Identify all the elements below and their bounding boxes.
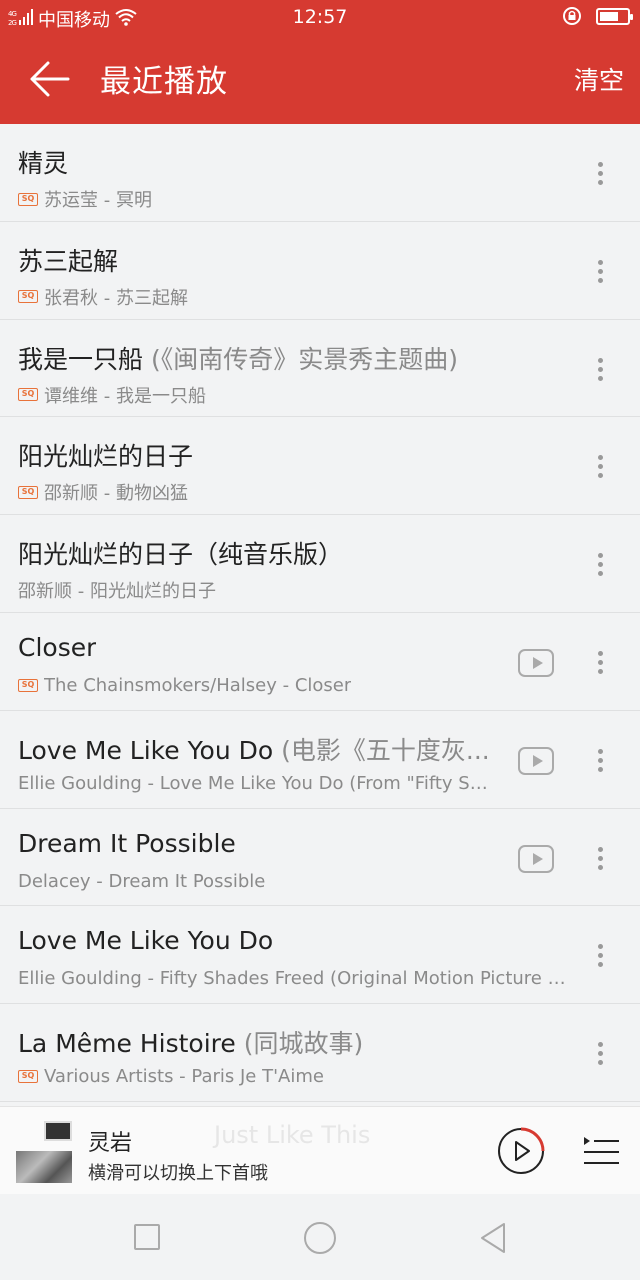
player-song-title: 灵岩 (88, 1131, 133, 1156)
song-title-sub: (电影《五十度灰... (273, 735, 490, 765)
sq-badge-icon: SQ (18, 1070, 38, 1084)
next-song-ghost-title: Just Like This (214, 1121, 371, 1149)
song-title-main: Love Me Like You Do (18, 926, 274, 956)
app-header: 最近播放 清空 (0, 34, 640, 124)
cover-image (16, 1151, 72, 1183)
song-meta: SQ 苏运莹 - 冥明 (18, 186, 152, 212)
song-row[interactable]: 阳光灿烂的日子 SQ 邵新顺 - 動物凶猛 (0, 417, 640, 516)
video-play-icon[interactable] (518, 648, 554, 677)
song-title: 我是一只船 (《闽南传奇》实景秀主题曲) (18, 340, 458, 376)
song-meta: SQ 谭维维 - 我是一只船 (18, 382, 206, 408)
song-title: Love Me Like You Do (18, 926, 273, 955)
song-title: Love Me Like You Do (电影《五十度灰... (18, 731, 490, 767)
recent-apps-icon[interactable] (134, 1224, 160, 1250)
song-artist-album: 谭维维 - 我是一只船 (44, 385, 206, 407)
rotation-lock-icon (562, 6, 582, 26)
song-artist-album: 邵新顺 - 阳光灿烂的日子 (18, 581, 216, 603)
sq-badge-icon: SQ (18, 485, 38, 499)
song-artist-album: Ellie Goulding - Fifty Shades Freed (Ori… (18, 968, 568, 990)
song-title-main: 阳光灿烂的日子 (18, 442, 194, 472)
recent-play-list: 精灵 SQ 苏运莹 - 冥明苏三起解 SQ 张君秋 - 苏三起解我是一只船 (《闽南传奇… (0, 124, 640, 1102)
song-row[interactable]: 精灵 SQ 苏运莹 - 冥明 (0, 124, 640, 222)
song-title: 阳光灿烂的日子 (18, 437, 193, 473)
song-artist-album: 张君秋 - 苏三起解 (44, 287, 188, 309)
sq-badge-icon: SQ (18, 192, 38, 206)
song-meta: 邵新顺 - 阳光灿烂的日子 (18, 577, 216, 603)
more-vertical-icon[interactable] (596, 162, 604, 188)
status-right (562, 6, 633, 26)
song-title-main: 精灵 (18, 149, 69, 178)
nav-back-icon[interactable] (478, 1221, 508, 1255)
song-title: Dream It Possible (18, 829, 236, 858)
play-circle-icon[interactable] (497, 1127, 545, 1175)
more-vertical-icon[interactable] (596, 944, 604, 970)
song-row[interactable]: Dream It Possible Delacey - Dream It Poss… (0, 809, 640, 907)
song-meta: Delacey - Dream It Possible (18, 871, 265, 892)
mini-player[interactable]: Just Like This 灵岩 横滑可以切换上下首哦 (0, 1106, 640, 1194)
song-row[interactable]: Love Me Like You Do Ellie Goulding - Fift… (0, 906, 640, 1005)
page-title: 最近播放 (100, 64, 228, 100)
song-row[interactable]: La Même Histoire (同城故事) SQ Various Artists… (0, 1004, 640, 1102)
more-vertical-icon[interactable] (596, 553, 604, 579)
video-play-icon[interactable] (518, 746, 554, 775)
more-vertical-icon[interactable] (596, 650, 604, 677)
song-title-main: Closer (18, 632, 97, 662)
song-title-main: Love Me Like You Do (18, 735, 274, 765)
more-vertical-icon[interactable] (596, 1042, 604, 1068)
more-vertical-icon[interactable] (596, 259, 604, 286)
song-artist-album: Ellie Goulding - Love Me Like You Do (Fr… (18, 772, 493, 794)
song-meta: SQ 张君秋 - 苏三起解 (18, 284, 188, 310)
clear-button[interactable]: 清空 (574, 61, 624, 97)
song-artist-album: 邵新顺 - 動物凶猛 (44, 483, 188, 505)
song-title-sub: (《闽南传奇》实景秀主题曲) (143, 344, 458, 374)
home-icon[interactable] (304, 1222, 336, 1254)
song-title: Closer (18, 633, 96, 662)
cover-tag-image (44, 1121, 72, 1141)
song-title-main: 我是一只船 (18, 344, 144, 374)
song-title: 精灵 (18, 144, 68, 180)
song-title-main: Dream It Possible (18, 828, 236, 858)
battery-icon (596, 7, 633, 25)
system-nav-bar (0, 1194, 640, 1280)
song-artist-album: Various Artists - Paris Je T'Aime (44, 1066, 324, 1088)
status-bar: 4G 2G 中国移动 12:57 (0, 0, 640, 34)
video-play-icon[interactable] (518, 844, 554, 873)
player-hint: 横滑可以切换上下首哦 (88, 1163, 268, 1184)
song-meta: SQ 邵新顺 - 動物凶猛 (18, 479, 188, 505)
album-cover[interactable] (16, 1121, 72, 1183)
song-title-main: 阳光灿烂的日子（纯音乐版） (18, 540, 344, 570)
song-artist-album: Delacey - Dream It Possible (18, 870, 266, 892)
back-arrow-icon[interactable] (28, 59, 72, 99)
song-meta: Ellie Goulding - Love Me Like You Do (Fr… (18, 773, 493, 794)
song-row[interactable]: Closer SQ The Chainsmokers/Halsey - Closer (0, 613, 640, 711)
more-vertical-icon[interactable] (596, 455, 604, 481)
song-meta: SQ The Chainsmokers/Halsey - Closer (18, 675, 351, 696)
song-meta: SQ Various Artists - Paris Je T'Aime (18, 1066, 324, 1087)
song-title-sub: (同城故事) (235, 1029, 364, 1059)
song-title: 苏三起解 (18, 242, 118, 278)
song-artist-album: 苏运莹 - 冥明 (44, 190, 152, 211)
song-row[interactable]: Love Me Like You Do (电影《五十度灰... Ellie Gou… (0, 711, 640, 809)
song-row[interactable]: 我是一只船 (《闽南传奇》实景秀主题曲) SQ 谭维维 - 我是一只船 (0, 320, 640, 418)
playlist-icon[interactable] (582, 1135, 620, 1167)
song-meta: Ellie Goulding - Fifty Shades Freed (Ori… (18, 968, 568, 989)
sq-badge-icon: SQ (18, 388, 38, 402)
sq-badge-icon: SQ (18, 290, 38, 304)
sq-badge-icon: SQ (18, 678, 38, 692)
more-vertical-icon[interactable] (596, 846, 604, 873)
song-row[interactable]: 苏三起解 SQ 张君秋 - 苏三起解 (0, 222, 640, 320)
status-time: 12:57 (292, 6, 348, 28)
song-title-main: La Même Histoire (18, 1029, 236, 1059)
song-title: 阳光灿烂的日子（纯音乐版） (18, 535, 343, 571)
song-title: La Même Histoire (同城故事) (18, 1024, 363, 1060)
more-vertical-icon[interactable] (596, 357, 604, 384)
song-artist-album: The Chainsmokers/Halsey - Closer (44, 674, 352, 696)
song-title-main: 苏三起解 (18, 246, 119, 276)
more-vertical-icon[interactable] (596, 748, 604, 775)
song-row[interactable]: 阳光灿烂的日子（纯音乐版） 邵新顺 - 阳光灿烂的日子 (0, 515, 640, 613)
